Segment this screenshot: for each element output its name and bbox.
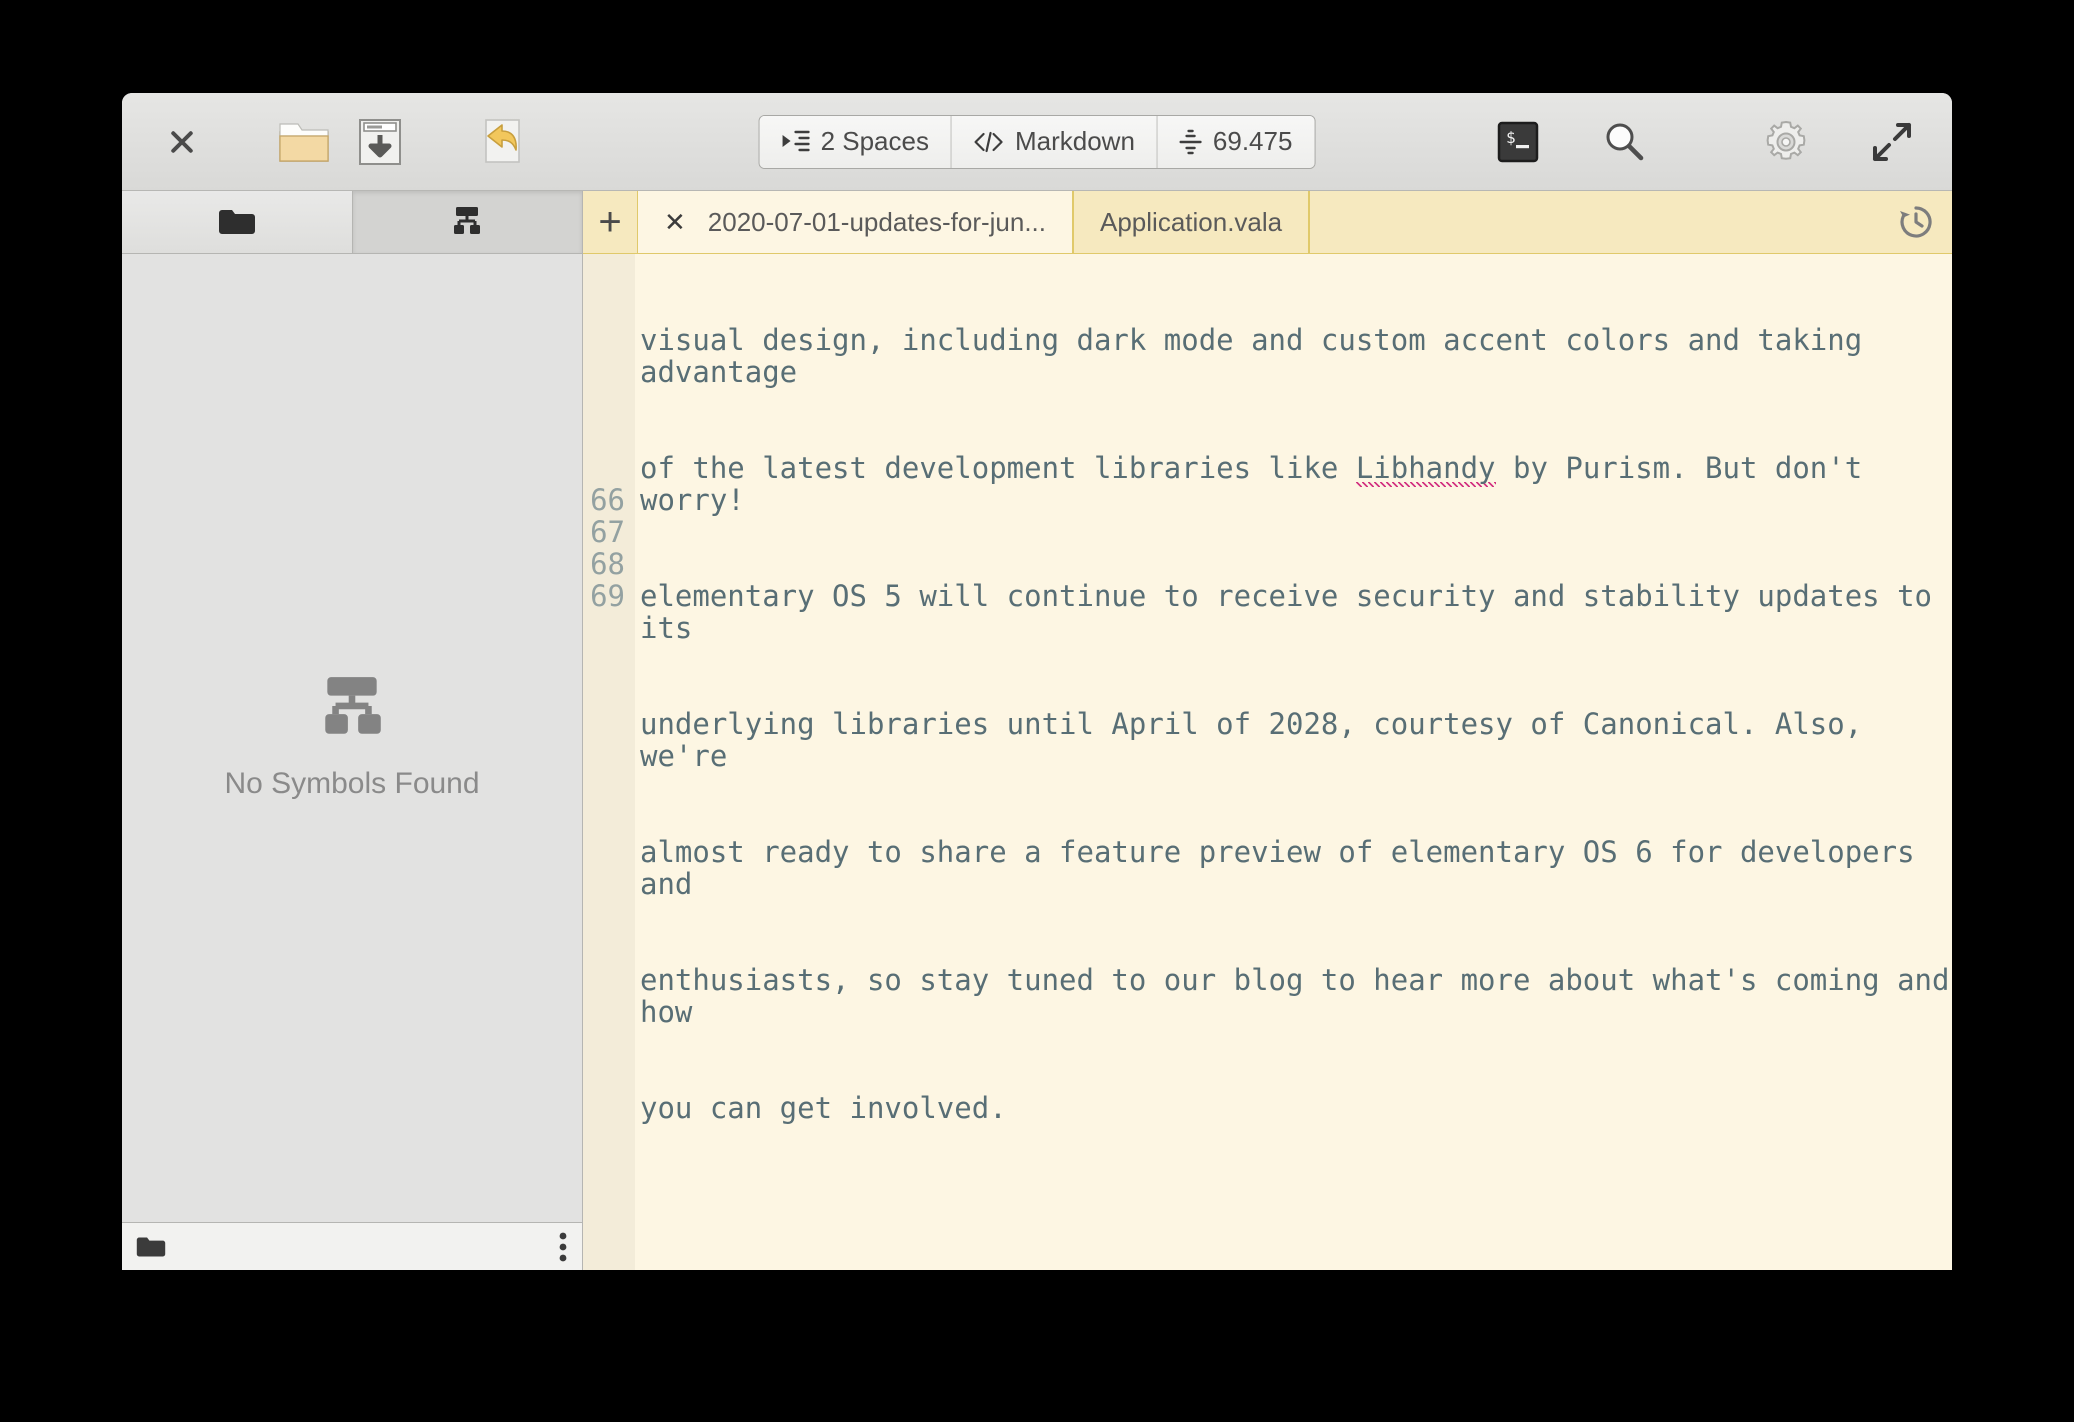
code-line: underlying libraries until April of 2028… <box>640 707 1880 773</box>
line-info-label: 69.475 <box>1212 126 1293 156</box>
editor-tab-vala[interactable]: Application.vala <box>1073 191 1310 253</box>
app-window: 2 Spaces Markdown 69.475 $ No Symbols Fo… <box>122 93 1952 1270</box>
terminal-icon[interactable]: $ <box>1480 104 1556 180</box>
revert-icon[interactable] <box>464 104 540 180</box>
header-segmented-controls: 2 Spaces Markdown 69.475 <box>758 114 1316 169</box>
fullscreen-icon[interactable] <box>1854 104 1930 180</box>
indent-setting-button[interactable]: 2 Spaces <box>759 115 952 168</box>
line-stats-icon <box>1179 129 1202 155</box>
open-folder-icon[interactable] <box>266 104 342 180</box>
indent-setting-label: 2 Spaces <box>820 126 929 156</box>
sidebar-tab-project[interactable] <box>122 191 353 253</box>
new-tab-button[interactable]: + <box>583 191 637 253</box>
editor-tab-markdown[interactable]: ✕ 2020-07-01-updates-for-jun... <box>637 191 1073 253</box>
tab-bar-filler <box>1309 191 1880 253</box>
code-line: elementary OS 5 will continue to receive… <box>640 579 1950 645</box>
close-icon[interactable] <box>144 104 220 180</box>
code-line: almost ready to share a feature preview … <box>640 835 1933 901</box>
line-number-gutter: 0 0 0 0 0 0 0 66 67 68 69 <box>583 254 635 1270</box>
folder-icon[interactable] <box>136 1235 166 1259</box>
folder-icon <box>218 207 256 237</box>
code-line: enthusiasts, so stay tuned to our blog t… <box>640 963 1950 1029</box>
code-tags-icon <box>974 131 1004 153</box>
code-line: visual design, including dark mode and c… <box>640 323 1880 389</box>
line-number: 69 <box>590 579 625 613</box>
line-number: 67 <box>590 515 625 549</box>
code-text-pre: of the latest development libraries like <box>640 451 1356 485</box>
overflow-menu-icon[interactable] <box>558 1231 568 1263</box>
editor-tab-label: Application.vala <box>1100 206 1283 237</box>
code-text[interactable]: visual design, including dark mode and c… <box>635 254 1952 1270</box>
code-line: you can get involved. <box>640 1091 1007 1125</box>
history-clock-icon[interactable] <box>1880 191 1952 253</box>
code-line: of the latest development libraries like… <box>640 451 1952 516</box>
save-icon[interactable] <box>342 104 418 180</box>
sidebar-tabs <box>122 191 582 254</box>
spellcheck-word: Libhandy <box>1355 451 1496 487</box>
header-right-buttons: $ <box>1480 104 1930 180</box>
header-left-buttons <box>122 104 540 180</box>
language-setting-button[interactable]: Markdown <box>951 115 1158 168</box>
header-bar: 2 Spaces Markdown 69.475 $ <box>122 93 1952 191</box>
gear-icon[interactable] <box>1748 104 1824 180</box>
editor-area: + ✕ 2020-07-01-updates-for-jun... Applic… <box>583 191 1952 1270</box>
close-icon[interactable]: ✕ <box>664 207 686 238</box>
editor-tab-bar: + ✕ 2020-07-01-updates-for-jun... Applic… <box>583 191 1952 254</box>
indent-icon <box>782 130 810 154</box>
window-body: No Symbols Found + ✕ 2020-07-01-updates-… <box>122 191 1952 1270</box>
editor-tab-label: 2020-07-01-updates-for-jun... <box>707 206 1046 237</box>
sidebar-bottom-bar <box>122 1222 582 1270</box>
sidebar-tab-symbols[interactable] <box>352 191 582 253</box>
sidebar: No Symbols Found <box>122 191 583 1270</box>
empty-state-label: No Symbols Found <box>224 767 480 800</box>
code-editor[interactable]: 0 0 0 0 0 0 0 66 67 68 69 visual design,… <box>583 254 1952 1270</box>
svg-text:$: $ <box>1506 128 1516 147</box>
line-number: 66 <box>590 483 625 517</box>
symbols-empty-state: No Symbols Found <box>122 254 582 1222</box>
language-setting-label: Markdown <box>1014 126 1135 156</box>
symbols-icon <box>315 675 389 741</box>
symbols-icon <box>449 206 485 238</box>
search-icon[interactable] <box>1586 104 1662 180</box>
line-info-button[interactable]: 69.475 <box>1157 115 1315 168</box>
line-number: 68 <box>590 547 625 581</box>
